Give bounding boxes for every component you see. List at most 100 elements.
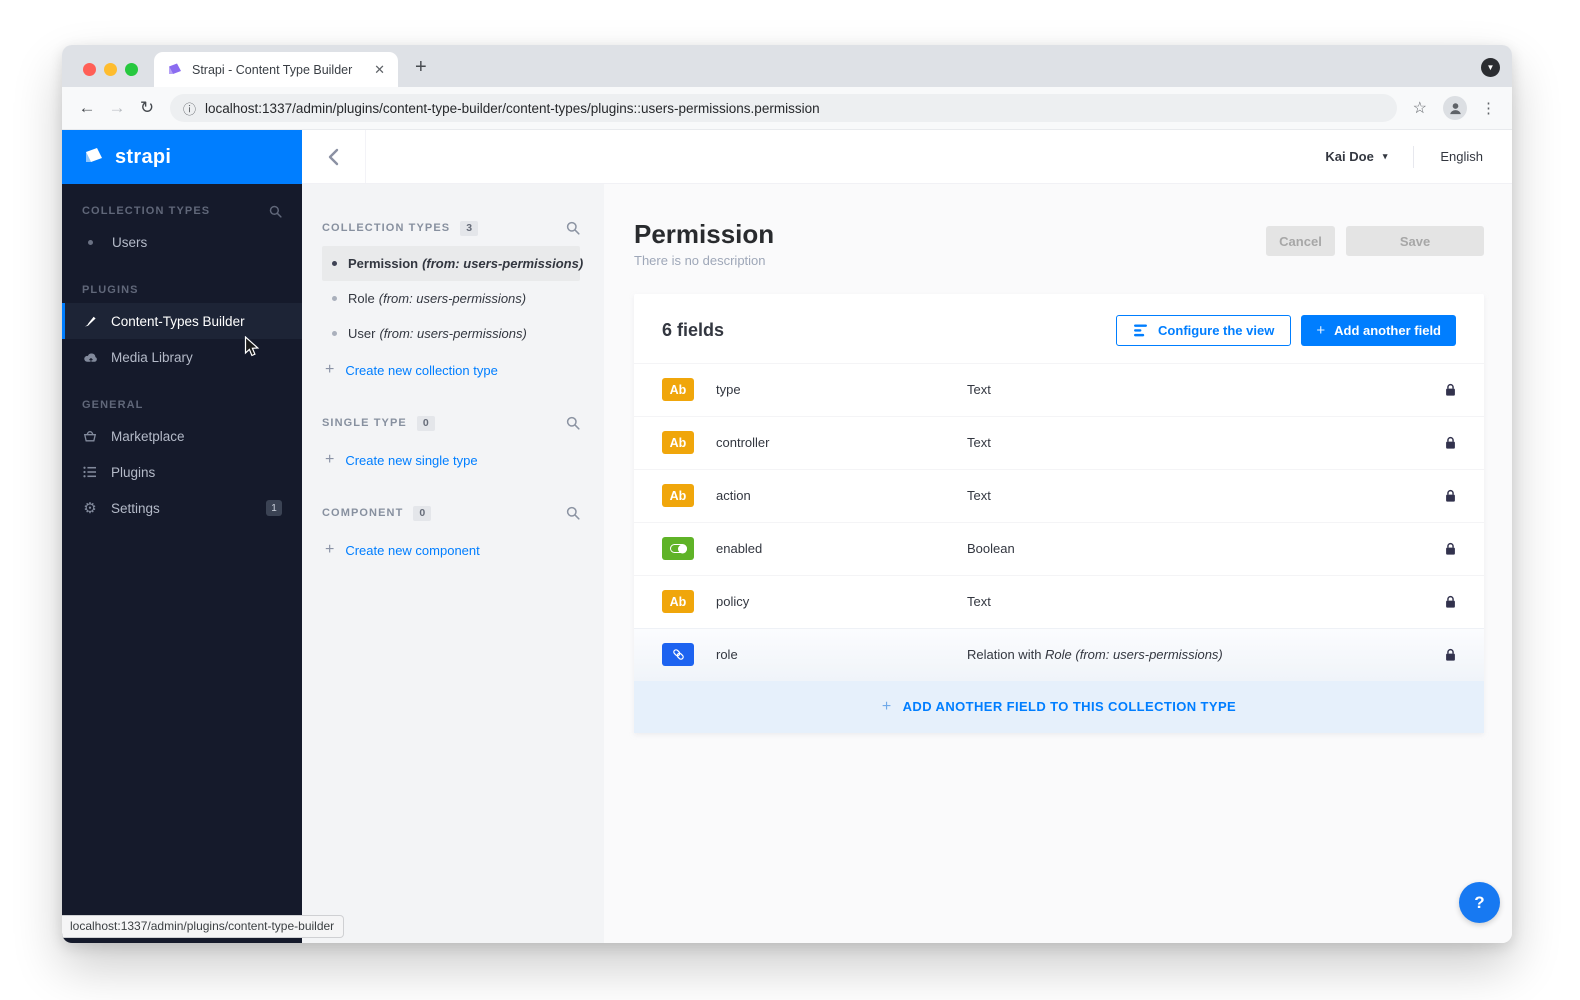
group-single-type: SINGLE TYPE 0 xyxy=(322,415,580,431)
sliders-icon xyxy=(1133,324,1148,337)
field-name: type xyxy=(716,382,967,397)
sidebar-item-content-types-builder[interactable]: Content-Types Builder xyxy=(62,303,302,339)
sidebar-item-marketplace[interactable]: Marketplace xyxy=(62,418,302,454)
main-content: Permission There is no description Cance… xyxy=(604,184,1512,943)
content-types-panel: COLLECTION TYPES 3 Permission(from: user… xyxy=(302,184,604,943)
minimize-window-button[interactable] xyxy=(104,63,117,76)
app-back-button[interactable] xyxy=(302,130,366,183)
help-button[interactable]: ? xyxy=(1459,882,1500,923)
plus-icon: + xyxy=(325,541,334,559)
relation-field-icon xyxy=(662,643,694,666)
field-row-action[interactable]: Ab action Text xyxy=(634,469,1484,522)
sidebar-item-settings[interactable]: ⚙ Settings 1 xyxy=(62,490,302,526)
bullet-icon xyxy=(332,331,337,336)
cancel-button[interactable]: Cancel xyxy=(1266,226,1335,256)
plus-icon: + xyxy=(325,451,334,469)
fields-count: 6 fields xyxy=(662,320,724,341)
strapi-logo[interactable]: strapi xyxy=(62,130,302,184)
search-tabs-button[interactable]: ▼ xyxy=(1481,58,1500,77)
app-body: COLLECTION TYPES Users PLUGINS xyxy=(62,184,1512,943)
forward-icon[interactable]: → xyxy=(102,98,132,118)
settings-badge: 1 xyxy=(266,500,282,516)
create-collection-type-link[interactable]: + Create new collection type xyxy=(322,351,580,389)
single-type-count-badge: 0 xyxy=(417,416,435,431)
add-another-field-button[interactable]: + Add another field xyxy=(1301,315,1456,346)
page-subtitle: There is no description xyxy=(634,253,774,268)
field-type: Relation with Role (from: users-permissi… xyxy=(967,647,1445,662)
close-window-button[interactable] xyxy=(83,63,96,76)
field-row-role[interactable]: role Relation with Role (from: users-per… xyxy=(634,628,1484,681)
field-row-controller[interactable]: Ab controller Text xyxy=(634,416,1484,469)
url-bar[interactable]: ⓘ localhost:1337/admin/plugins/content-t… xyxy=(170,94,1397,122)
cloud-upload-icon xyxy=(82,349,98,365)
strapi-admin-app: strapi Kai Doe ▾ English COLLECTION TYPE… xyxy=(62,130,1512,943)
lock-icon xyxy=(1445,542,1456,556)
add-field-footer-button[interactable]: + ADD ANOTHER FIELD TO THIS COLLECTION T… xyxy=(634,681,1484,733)
strapi-logo-text: strapi xyxy=(115,146,171,169)
collection-types-count-badge: 3 xyxy=(460,221,478,236)
language-selector[interactable]: English xyxy=(1440,149,1483,164)
bullet-icon xyxy=(88,240,93,245)
collection-type-item-role[interactable]: Role(from: users-permissions) xyxy=(322,281,580,316)
sidebar-item-media-library[interactable]: Media Library xyxy=(62,339,302,375)
collection-type-item-permission[interactable]: Permission(from: users-permissions) xyxy=(322,246,580,281)
bookmark-star-icon[interactable]: ☆ xyxy=(1405,98,1435,118)
strapi-logo-icon xyxy=(83,146,105,168)
sidebar-item-users[interactable]: Users xyxy=(62,224,302,260)
search-icon[interactable] xyxy=(566,221,580,235)
basket-icon xyxy=(82,428,98,444)
user-menu[interactable]: Kai Doe ▾ xyxy=(1325,149,1387,164)
plus-icon: + xyxy=(882,698,892,716)
sidebar-item-plugins[interactable]: Plugins xyxy=(62,454,302,490)
field-type: Boolean xyxy=(967,541,1445,556)
site-info-icon[interactable]: ⓘ xyxy=(183,99,196,118)
field-row-type[interactable]: Ab type Text xyxy=(634,363,1484,416)
app-header: strapi Kai Doe ▾ English xyxy=(62,130,1512,184)
create-component-link[interactable]: + Create new component xyxy=(322,531,580,569)
collection-type-item-user[interactable]: User(from: users-permissions) xyxy=(322,316,580,351)
browser-toolbar: ← → ↻ ⓘ localhost:1337/admin/plugins/con… xyxy=(62,87,1512,130)
component-count-badge: 0 xyxy=(413,506,431,521)
field-row-enabled[interactable]: enabled Boolean xyxy=(634,522,1484,575)
save-button[interactable]: Save xyxy=(1346,226,1484,256)
new-tab-button[interactable]: + xyxy=(409,54,433,81)
lock-icon xyxy=(1445,383,1456,397)
field-name: enabled xyxy=(716,541,967,556)
maximize-window-button[interactable] xyxy=(125,63,138,76)
plus-icon: + xyxy=(1316,322,1325,339)
field-type: Text xyxy=(967,435,1445,450)
main-sidebar: COLLECTION TYPES Users PLUGINS xyxy=(62,184,302,943)
field-row-policy[interactable]: Ab policy Text xyxy=(634,575,1484,628)
lock-icon xyxy=(1445,489,1456,503)
configure-view-button[interactable]: Configure the view xyxy=(1116,315,1291,346)
fields-card: 6 fields Configure the view + Add anothe… xyxy=(634,294,1484,733)
browser-profile-avatar[interactable] xyxy=(1443,96,1467,120)
close-tab-icon[interactable]: ✕ xyxy=(371,62,388,78)
lock-icon xyxy=(1445,595,1456,609)
sidebar-section-plugins: PLUGINS xyxy=(62,277,302,303)
field-name: controller xyxy=(716,435,967,450)
page-title: Permission xyxy=(634,220,774,249)
strapi-favicon-icon xyxy=(167,62,183,78)
browser-tab[interactable]: Strapi - Content Type Builder ✕ xyxy=(154,52,398,87)
field-type: Text xyxy=(967,488,1445,503)
group-collection-types: COLLECTION TYPES 3 xyxy=(322,220,580,236)
gear-icon: ⚙ xyxy=(82,500,98,516)
search-icon[interactable] xyxy=(566,416,580,430)
sidebar-section-collection-types: COLLECTION TYPES xyxy=(62,198,302,224)
create-single-type-link[interactable]: + Create new single type xyxy=(322,441,580,479)
text-field-icon: Ab xyxy=(662,484,694,507)
content-type-header: Permission There is no description Cance… xyxy=(634,220,1484,268)
search-icon[interactable] xyxy=(566,506,580,520)
chevron-down-icon: ▾ xyxy=(1383,151,1388,162)
search-icon[interactable] xyxy=(269,205,282,218)
field-name: policy xyxy=(716,594,967,609)
reload-icon[interactable]: ↻ xyxy=(132,98,162,118)
list-icon xyxy=(82,464,98,480)
tab-strip: Strapi - Content Type Builder ✕ + ▼ xyxy=(62,45,1512,87)
bullet-icon xyxy=(332,296,337,301)
paintbrush-icon xyxy=(82,313,98,329)
lock-icon xyxy=(1445,436,1456,450)
browser-menu-icon[interactable]: ⋮ xyxy=(1475,99,1502,117)
back-icon[interactable]: ← xyxy=(72,98,102,118)
